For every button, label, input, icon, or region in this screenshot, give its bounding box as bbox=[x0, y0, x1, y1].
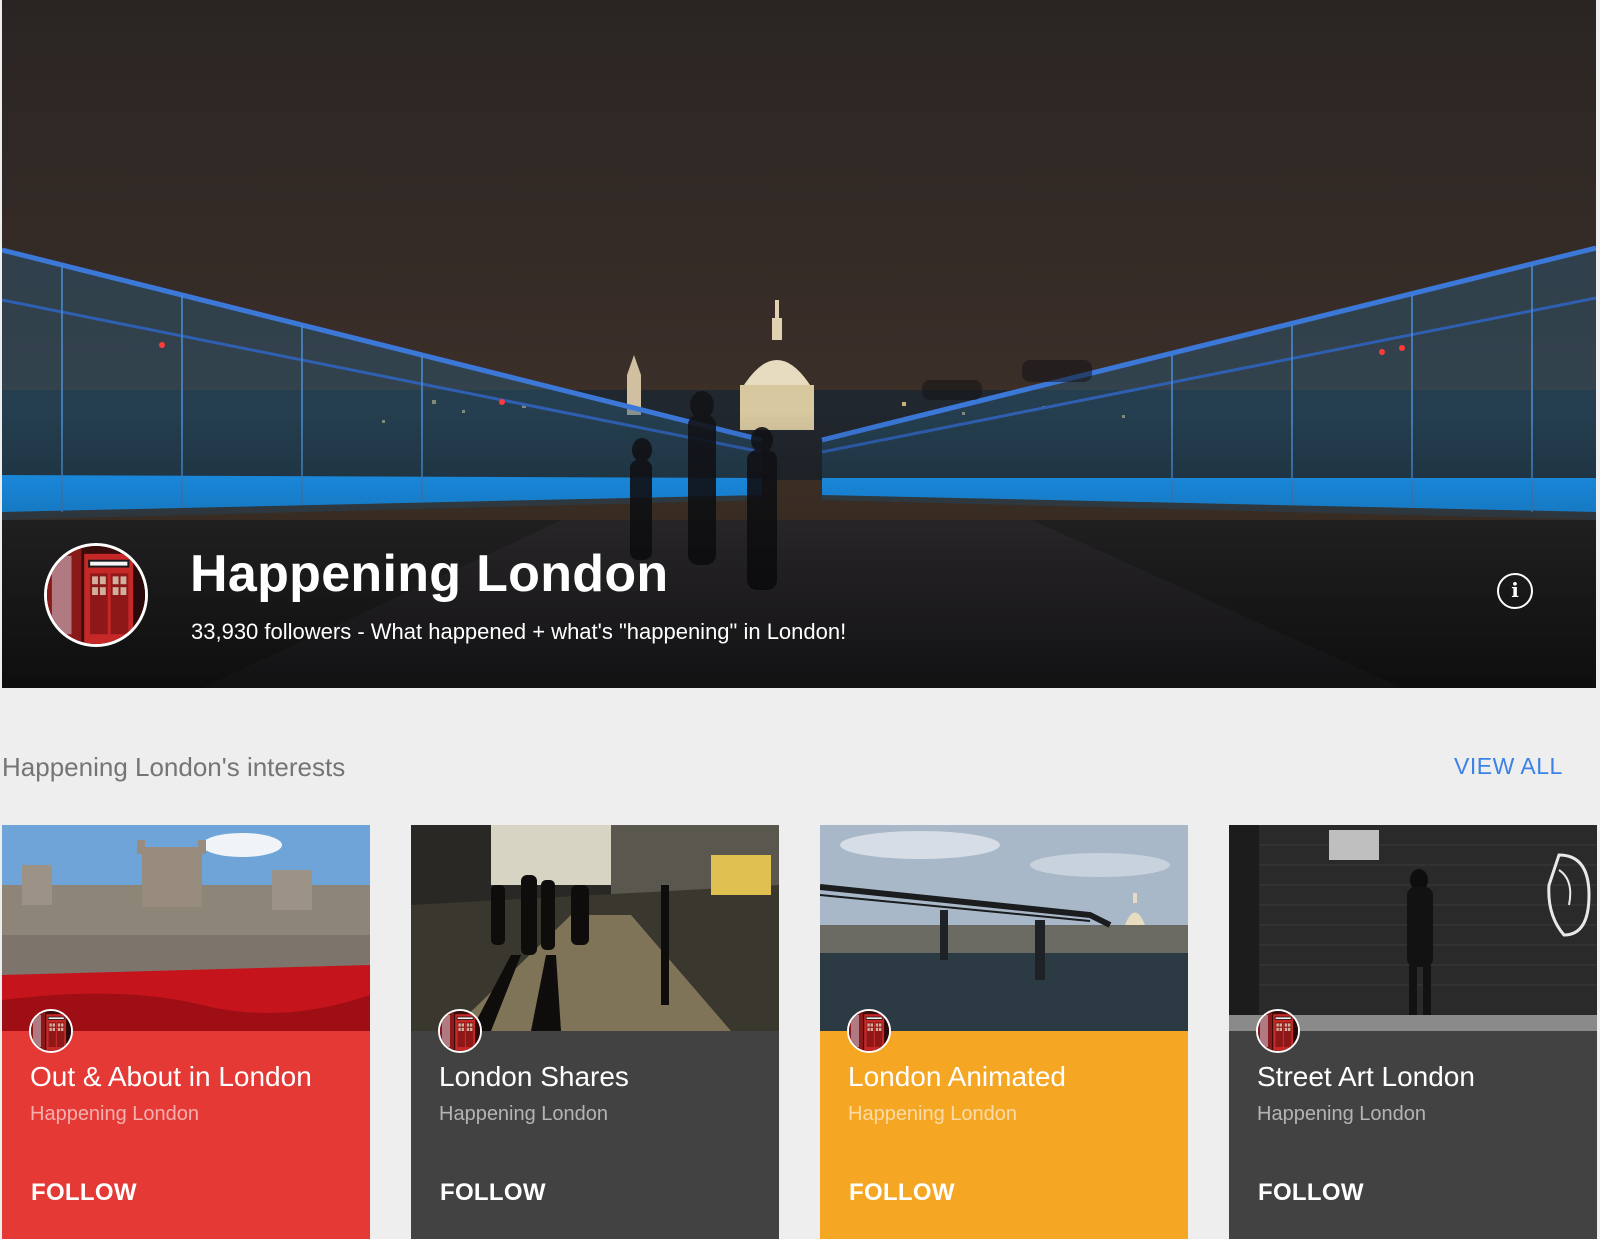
info-icon[interactable]: i bbox=[1497, 573, 1533, 609]
card-owner-avatar bbox=[29, 1009, 73, 1053]
cover-photo: Happening London 33,930 followers - What… bbox=[2, 0, 1596, 688]
card-body: London Shares Happening London FOLLOW bbox=[411, 1009, 779, 1239]
community-avatar[interactable] bbox=[44, 543, 148, 647]
follow-button[interactable]: FOLLOW bbox=[31, 1179, 137, 1207]
follow-button[interactable]: FOLLOW bbox=[440, 1179, 546, 1207]
card-cover-image bbox=[820, 825, 1188, 1031]
card-title: London Animated bbox=[848, 1061, 1066, 1092]
card-owner: Happening London bbox=[848, 1103, 1018, 1125]
community-subtitle: 33,930 followers - What happened + what'… bbox=[191, 619, 847, 644]
card-cover-image bbox=[411, 825, 779, 1031]
collection-card[interactable]: Street Art London Happening London FOLLO… bbox=[1229, 825, 1597, 1239]
card-owner: Happening London bbox=[30, 1103, 200, 1125]
card-cover-image bbox=[1229, 825, 1597, 1031]
interests-heading: Happening London's interests bbox=[2, 752, 346, 782]
collection-card[interactable]: London Shares Happening London FOLLOW bbox=[411, 825, 779, 1239]
collection-card[interactable]: London Animated Happening London FOLLOW bbox=[820, 825, 1188, 1239]
card-title: Out & About in London bbox=[30, 1061, 312, 1092]
card-owner-avatar bbox=[1256, 1009, 1300, 1053]
card-title: Street Art London bbox=[1257, 1061, 1475, 1092]
community-title: Happening London bbox=[190, 545, 669, 603]
card-owner-avatar bbox=[847, 1009, 891, 1053]
card-title: London Shares bbox=[439, 1061, 629, 1092]
card-owner: Happening London bbox=[439, 1103, 609, 1125]
card-body: Out & About in London Happening London F… bbox=[2, 1009, 370, 1239]
card-owner: Happening London bbox=[1257, 1103, 1427, 1125]
card-owner-avatar bbox=[438, 1009, 482, 1053]
follow-button[interactable]: FOLLOW bbox=[1258, 1179, 1364, 1207]
view-all-link[interactable]: VIEW ALL bbox=[1454, 753, 1563, 780]
card-cover-image bbox=[2, 825, 370, 1031]
card-body: London Animated Happening London FOLLOW bbox=[820, 1009, 1188, 1239]
card-body: Street Art London Happening London FOLLO… bbox=[1229, 1009, 1597, 1239]
follow-button[interactable]: FOLLOW bbox=[849, 1179, 955, 1207]
collection-card[interactable]: Out & About in London Happening London F… bbox=[2, 825, 370, 1239]
